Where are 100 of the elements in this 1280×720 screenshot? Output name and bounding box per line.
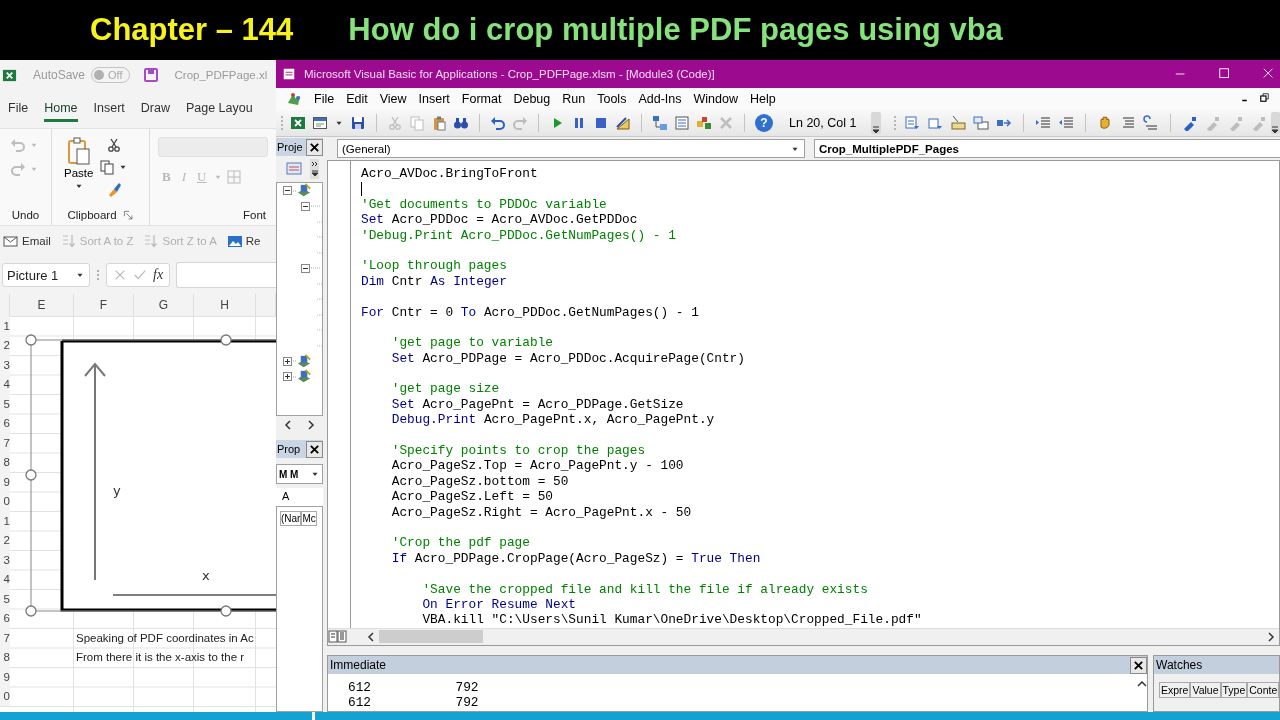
toolbar-overflow-button[interactable] (1270, 112, 1280, 134)
procedure-dropdown[interactable]: Crop_MultiplePDF_Pages (814, 139, 1280, 158)
tooltip-icon[interactable] (972, 115, 989, 131)
close-button[interactable] (306, 440, 323, 458)
dialog-launcher-icon[interactable] (122, 209, 134, 221)
tooltip-icon[interactable] (949, 115, 966, 131)
row-header[interactable]: 4 (0, 374, 10, 394)
name-box[interactable]: Picture 1 (2, 263, 90, 287)
row-header[interactable]: 0 (0, 686, 10, 706)
selection-frame[interactable] (25, 334, 276, 617)
menu-item[interactable]: Insert (418, 92, 450, 106)
close-button[interactable] (1130, 656, 1147, 674)
row-header[interactable]: 7 (0, 433, 10, 453)
row-header[interactable]: 8 (0, 647, 10, 667)
row-header[interactable]: 2 (0, 335, 10, 355)
collapse-icon[interactable] (283, 186, 292, 196)
ribbon-tab[interactable]: File (8, 96, 29, 122)
row-header[interactable]: 6 (0, 608, 10, 628)
scroll-left-button[interactable] (283, 420, 292, 430)
scrollbar-thumb[interactable] (379, 630, 483, 644)
menu-item[interactable]: Add-Ins (638, 92, 682, 106)
row-header[interactable]: 6 (0, 413, 10, 433)
ribbon-command[interactable]: Email (3, 233, 51, 249)
clipboard-icon[interactable] (431, 115, 447, 131)
check-icon[interactable] (133, 268, 147, 282)
row-header[interactable]: 7 (0, 628, 10, 648)
row-header[interactable]: 1 (0, 316, 10, 336)
column-header[interactable]: Conte (1247, 682, 1280, 698)
ribbon-tab[interactable]: Insert (93, 96, 125, 122)
save-icon[interactable] (350, 115, 366, 131)
row-header[interactable]: 0 (0, 491, 10, 511)
copy-icon[interactable] (99, 159, 116, 175)
grip-icon[interactable] (892, 113, 897, 133)
font-field[interactable] (158, 137, 268, 157)
row-header[interactable]: 3 (0, 550, 10, 570)
indent-icon[interactable] (1034, 115, 1051, 131)
row-header[interactable]: 9 (0, 667, 10, 687)
toolbar-overflow-button[interactable] (871, 112, 881, 134)
view-toggle-icon[interactable] (328, 630, 347, 644)
ribbon-tab[interactable]: Draw (140, 96, 170, 122)
column-header[interactable]: Value (1190, 682, 1221, 698)
row-header[interactable]: 3 (0, 355, 10, 375)
help-button[interactable]: ? (755, 114, 773, 132)
menu-item[interactable]: Edit (346, 92, 368, 106)
paste-button[interactable]: Paste (64, 137, 94, 209)
menu-item[interactable]: Debug (513, 92, 551, 106)
scroll-up-icon[interactable] (1137, 680, 1147, 688)
scroll-right-button[interactable] (1267, 631, 1275, 642)
insert-function-button[interactable]: fx (153, 267, 164, 283)
restore-icon[interactable] (1260, 93, 1272, 105)
scroll-left-button[interactable] (367, 631, 375, 642)
menu-item[interactable]: Tools (597, 92, 627, 106)
menu-item[interactable]: Window (693, 92, 738, 106)
toolbar-overflow-button[interactable] (310, 159, 319, 179)
binoculars-icon[interactable] (453, 115, 469, 131)
grip-icon[interactable] (96, 268, 100, 282)
project-icon[interactable] (297, 353, 312, 369)
menu-item[interactable]: View (379, 92, 407, 106)
formula-field[interactable] (176, 262, 276, 288)
shapes-icon[interactable] (696, 115, 712, 131)
collapse-icon[interactable] (301, 263, 310, 273)
maximize-icon[interactable] (1218, 67, 1232, 81)
tree-icon[interactable] (652, 115, 668, 131)
stop-icon[interactable] (593, 115, 609, 131)
project-icon[interactable] (297, 369, 312, 385)
scissors-icon[interactable] (105, 137, 122, 153)
column-header[interactable]: Expre (1159, 682, 1191, 698)
close-icon[interactable] (1262, 67, 1276, 81)
undo-icon[interactable] (490, 115, 506, 131)
close-button[interactable] (306, 138, 323, 156)
properties-tab[interactable]: A (276, 488, 323, 506)
menu-item[interactable]: Run (562, 92, 586, 106)
collapse-icon[interactable] (301, 201, 310, 211)
ribbon-tab[interactable]: Page Layou (185, 96, 253, 122)
row-header[interactable]: 9 (0, 472, 10, 492)
window-icon[interactable] (312, 115, 328, 131)
menu-item[interactable]: File (314, 92, 335, 106)
expand-icon[interactable] (283, 356, 292, 366)
row-header[interactable]: 2 (0, 530, 10, 550)
row-header[interactable]: 4 (0, 569, 10, 589)
outdent-icon[interactable] (1057, 115, 1074, 131)
grip-icon[interactable] (280, 113, 284, 133)
column-header[interactable]: Type (1220, 682, 1248, 698)
row-header[interactable]: 1 (0, 511, 10, 531)
spreadsheet-icon[interactable] (290, 115, 306, 131)
row-header[interactable]: 5 (0, 589, 10, 609)
menu-item[interactable]: Format (461, 92, 502, 106)
expand-icon[interactable] (283, 372, 292, 382)
lines-icon[interactable] (1142, 115, 1159, 131)
list-icon[interactable] (926, 115, 943, 131)
row-header[interactable]: 5 (0, 394, 10, 414)
ribbon-tab[interactable]: Home (44, 96, 78, 122)
ruler-icon[interactable] (615, 115, 631, 131)
list-window-icon[interactable] (674, 115, 690, 131)
dropdown-list-icon[interactable] (903, 115, 920, 131)
save-icon[interactable] (142, 67, 159, 83)
menu-item[interactable]: Help (749, 92, 776, 106)
project-icon[interactable] (297, 183, 312, 199)
vba-icon[interactable] (286, 91, 302, 107)
object-dropdown[interactable]: (General) (337, 139, 805, 158)
